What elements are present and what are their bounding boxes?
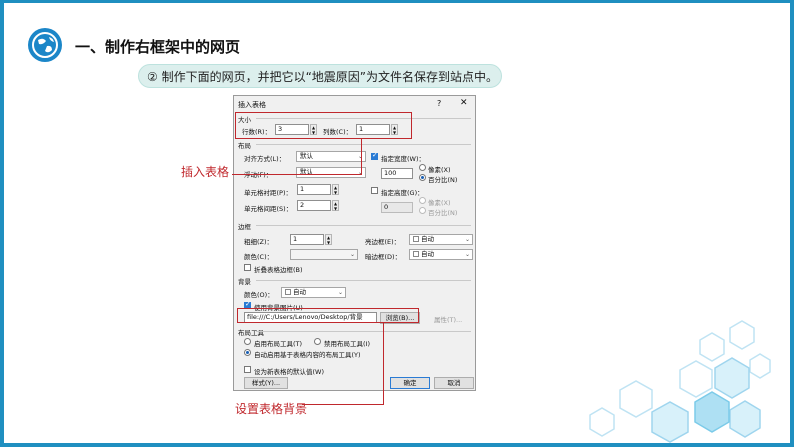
slide-subtitle: ② 制作下面的网页，并把它以“地震原因”为文件名保存到站点中。 — [147, 70, 499, 84]
auto-layout-tools-radio[interactable] — [244, 349, 251, 356]
chevron-down-icon: ⌄ — [464, 251, 470, 258]
dark-border-select[interactable]: 自动 ⌄ — [409, 249, 473, 260]
height-pixels-radio[interactable] — [419, 197, 426, 204]
enable-layout-tools-label: 启用布局工具(T) — [254, 340, 303, 348]
color-swatch — [413, 236, 419, 242]
color-swatch — [285, 289, 291, 295]
auto-layout-tools-label: 自动启用基于表格内容的布局工具(Y) — [254, 351, 361, 359]
border-thickness-label: 粗细(Z)： — [244, 238, 274, 246]
background-separator — [256, 280, 471, 281]
set-default-checkbox[interactable] — [244, 366, 251, 373]
set-default-label: 设为新表格的默认值(W) — [254, 368, 324, 376]
width-pixels-label: 像素(X) — [428, 166, 451, 174]
set-background-pointer-line — [302, 404, 384, 405]
light-border-value: 自动 — [421, 235, 434, 243]
bg-color-select[interactable]: 自动 ⌄ — [281, 287, 346, 298]
help-button[interactable]: ? — [437, 99, 441, 108]
specify-width-label: 指定宽度(W)： — [381, 155, 425, 163]
slide-title: 一、制作右框架中的网页 — [75, 38, 241, 56]
width-pixels-radio[interactable] — [419, 164, 426, 171]
border-thickness-spinner[interactable]: ▲ ▼ — [325, 234, 332, 245]
collapse-border-checkbox[interactable] — [244, 264, 251, 271]
set-background-callout: 设置表格背景 — [235, 402, 308, 416]
layout-separator — [256, 144, 471, 145]
color-swatch — [413, 251, 419, 257]
insert-table-pointer-riser — [361, 139, 362, 175]
border-separator — [256, 225, 471, 226]
bg-path-highlight-box — [237, 308, 419, 323]
specify-height-checkbox[interactable] — [371, 187, 378, 194]
specify-height-label: 指定高度(G)： — [381, 189, 424, 197]
border-thickness-input[interactable]: 1 — [290, 234, 324, 245]
light-border-label: 亮边框(E)： — [365, 238, 401, 246]
cell-padding-label: 单元格衬距(P)： — [244, 189, 292, 197]
globe-logo-icon — [28, 28, 62, 62]
align-value: 默认 — [300, 152, 313, 160]
height-percent-label: 百分比(N) — [428, 209, 458, 217]
light-border-select[interactable]: 自动 ⌄ — [409, 234, 473, 245]
collapse-border-label: 折叠表格边框(B) — [254, 266, 303, 274]
width-input[interactable]: 100 — [381, 168, 413, 179]
enable-layout-tools-radio[interactable] — [244, 338, 251, 345]
ok-button[interactable]: 确定 — [390, 377, 430, 389]
cell-spacing-spinner[interactable]: ▲ ▼ — [332, 200, 339, 211]
style-button[interactable]: 样式(Y)... — [244, 377, 288, 389]
cancel-button[interactable]: 取消 — [434, 377, 474, 389]
border-section-label: 边框 — [238, 223, 251, 231]
specify-width-checkbox[interactable] — [371, 151, 378, 160]
cell-padding-spinner[interactable]: ▲ ▼ — [332, 184, 339, 195]
close-icon[interactable]: ✕ — [460, 98, 468, 108]
width-percent-radio[interactable] — [419, 174, 426, 181]
cell-spacing-label: 单元格间距(S)： — [244, 205, 293, 213]
align-label: 对齐方式(L)： — [244, 155, 286, 163]
align-select[interactable]: 默认⌄ — [296, 151, 366, 162]
disable-layout-tools-label: 禁用布局工具(I) — [324, 340, 370, 348]
decorative-hexagons-icon — [589, 320, 771, 443]
bg-color-label: 颜色(O)： — [244, 291, 274, 299]
insert-table-callout: 插入表格 — [181, 165, 230, 179]
background-section-label: 背景 — [238, 278, 251, 286]
size-highlight-box — [235, 112, 412, 139]
height-percent-radio[interactable] — [419, 207, 426, 214]
chevron-down-icon: ⌄ — [464, 236, 470, 243]
dark-border-value: 自动 — [421, 250, 434, 258]
properties-button[interactable]: 属性(T)... — [434, 314, 462, 324]
cell-spacing-input[interactable]: 2 — [297, 200, 331, 211]
border-color-label: 颜色(C)： — [244, 253, 274, 261]
dialog-title: 插入表格 — [238, 101, 266, 109]
bg-color-value: 自动 — [293, 288, 306, 296]
height-input[interactable]: 0 — [381, 202, 413, 213]
width-percent-label: 百分比(N) — [428, 176, 458, 184]
border-color-select[interactable]: ⌄ — [290, 249, 358, 260]
set-background-pointer-riser — [383, 323, 384, 405]
dark-border-label: 暗边框(D)： — [365, 253, 402, 261]
chevron-down-icon: ⌄ — [337, 289, 343, 296]
layout-section-label: 布局 — [238, 142, 251, 150]
layout-tools-separator — [256, 331, 471, 332]
insert-table-pointer-line — [232, 174, 362, 175]
layout-tools-section-label: 布局工具 — [238, 329, 264, 337]
height-pixels-label: 像素(X) — [428, 199, 451, 207]
chevron-down-icon: ⌄ — [349, 251, 355, 258]
cell-padding-input[interactable]: 1 — [297, 184, 331, 195]
insert-table-dialog: 插入表格 ? ✕ 大小 行数(R)： 3 ▲ ▼ 列数(C)： 1 ▲ ▼ 布局 对… — [233, 95, 476, 391]
disable-layout-tools-radio[interactable] — [314, 338, 321, 345]
float-select[interactable]: 默认⌄ — [296, 167, 366, 178]
